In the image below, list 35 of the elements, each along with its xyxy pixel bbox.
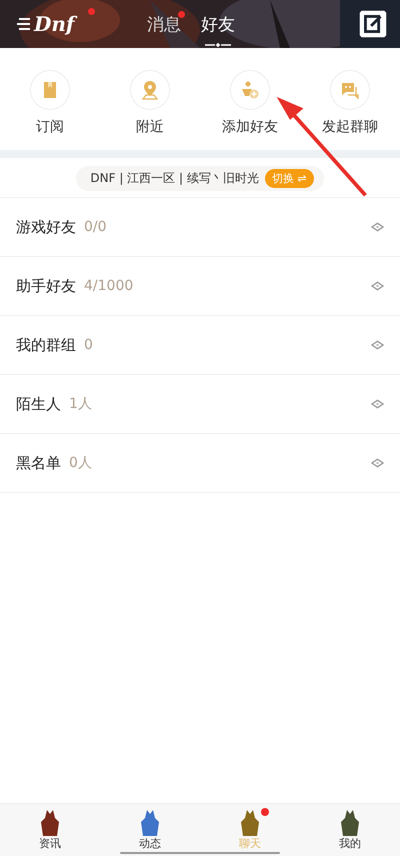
add-person-icon [240, 80, 260, 100]
group-count: 0人 [69, 454, 93, 472]
menu-icon[interactable] [16, 17, 32, 31]
tab[interactable]: 好友 [201, 6, 235, 42]
expand-icon[interactable] [371, 399, 384, 409]
action-button[interactable]: 发起群聊 [305, 70, 395, 136]
action-button[interactable]: 附近 [105, 70, 195, 136]
friend-group-row[interactable]: 助手好友 4/1000 [0, 257, 400, 316]
group-name: 游戏好友 [16, 218, 76, 236]
group-count: 1人 [69, 395, 93, 413]
group-count: 0/0 [84, 219, 108, 235]
nav-tab[interactable]: 动态 [139, 836, 161, 851]
group-name: 助手好友 [16, 276, 76, 296]
friend-group-row[interactable]: 游戏好友 0/0 [0, 198, 400, 257]
group-count: 0 [84, 337, 94, 353]
expand-icon[interactable] [371, 281, 384, 291]
friend-group-row[interactable]: 黑名单 0人 [0, 434, 400, 493]
location-icon [140, 80, 160, 100]
group-name: 黑名单 [16, 454, 61, 472]
friend-group-row[interactable]: 我的群组 0 [0, 316, 400, 375]
nav-tab[interactable]: 我的 [339, 836, 361, 851]
friend-group-row[interactable]: 陌生人 1人 [0, 375, 400, 434]
nav-tab[interactable]: 资讯 [39, 836, 61, 851]
expand-icon[interactable] [371, 458, 384, 468]
server-name: DNF | 江西一区 | 续写丶旧时光 [90, 170, 259, 187]
expand-icon[interactable] [371, 340, 384, 350]
chat-icon [340, 80, 360, 100]
group-name: 陌生人 [16, 394, 61, 414]
tab[interactable]: 消息 [147, 6, 181, 42]
group-count: 4/1000 [84, 278, 134, 294]
action-button[interactable]: 添加好友 [205, 70, 295, 136]
action-button[interactable]: 订阅 [5, 70, 95, 136]
tab-indicator [205, 42, 231, 48]
group-name: 我的群组 [16, 336, 76, 354]
expand-icon[interactable] [371, 222, 384, 232]
